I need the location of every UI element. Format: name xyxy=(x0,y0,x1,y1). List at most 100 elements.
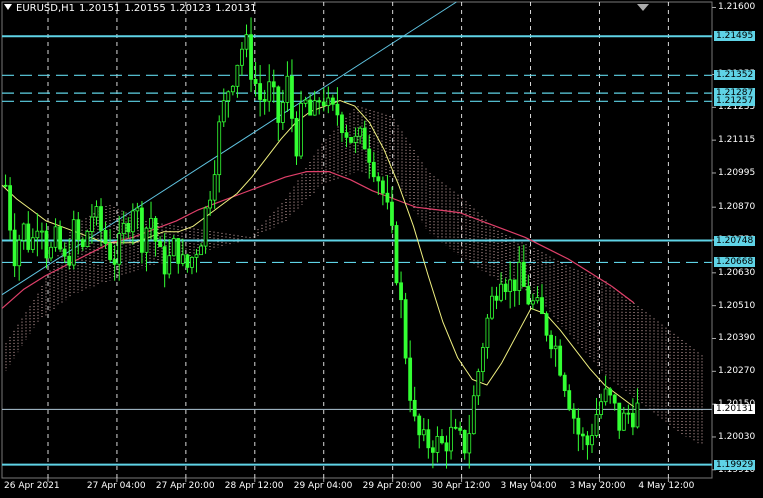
candle-body xyxy=(562,374,567,392)
candle-body xyxy=(80,239,85,247)
candle-body xyxy=(535,297,540,302)
candle-body xyxy=(26,223,31,250)
candle-body xyxy=(40,230,44,233)
candle-body xyxy=(453,426,458,429)
candle-body xyxy=(349,136,353,143)
candle-body xyxy=(521,261,526,287)
candle-body xyxy=(617,402,622,431)
candle-body xyxy=(576,417,581,435)
candle-body xyxy=(121,222,126,235)
candle-body xyxy=(417,415,422,436)
time-axis-label: 28 Apr 12:00 xyxy=(224,481,284,491)
candle-body xyxy=(380,180,385,194)
price-axis-label: 1.20995 xyxy=(718,167,756,178)
candle-body xyxy=(340,114,344,134)
candle-body xyxy=(371,161,376,178)
level-price-label: 1.20668 xyxy=(714,257,756,268)
candle-body xyxy=(590,435,594,446)
candle-body xyxy=(403,299,408,359)
chart-window[interactable]: EURUSD,H1 1.20151 1.20155 1.20123 1.20131 1.… xyxy=(0,0,763,498)
level-price-label: 1.19929 xyxy=(714,459,756,470)
candle-body xyxy=(631,412,635,428)
symbol-label: EURUSD,H1 xyxy=(16,3,76,14)
candle-body xyxy=(199,245,203,256)
candle-body xyxy=(458,427,463,431)
candle-body xyxy=(235,64,240,87)
candle-body xyxy=(208,199,213,209)
candle-body xyxy=(99,206,103,231)
candle-body xyxy=(226,91,231,102)
candle-body xyxy=(603,388,608,403)
time-axis-label: 27 Apr 20:00 xyxy=(155,481,215,491)
candle-body xyxy=(503,283,508,293)
time-axis-label: 26 Apr 2021 xyxy=(4,481,60,491)
candle-body xyxy=(17,239,22,267)
candle-body xyxy=(167,255,172,275)
candle-body xyxy=(585,435,590,446)
candle-body xyxy=(240,48,244,66)
candle-body xyxy=(517,261,522,291)
candle-body xyxy=(426,429,431,449)
chart-header: EURUSD,H1 1.20151 1.20155 1.20123 1.20131 xyxy=(4,3,260,14)
candle-body xyxy=(449,426,453,452)
candle-body xyxy=(135,207,140,212)
candle-body xyxy=(3,184,8,187)
candle-body xyxy=(444,442,449,452)
candle-body xyxy=(244,34,249,50)
candle-body xyxy=(467,433,472,454)
candle-body xyxy=(549,334,553,350)
low-price: 1.20123 xyxy=(169,3,212,14)
candle-body xyxy=(271,81,276,88)
candle-body xyxy=(599,401,603,415)
candle-body xyxy=(126,222,131,233)
candle-body xyxy=(580,433,585,437)
candle-body xyxy=(67,255,72,266)
level-price-label: 1.20748 xyxy=(714,235,756,246)
candle-body xyxy=(253,78,258,84)
candle-body xyxy=(308,99,313,116)
candle-body xyxy=(44,230,49,259)
candle-body xyxy=(62,248,67,257)
time-axis-label: 4 May 12:00 xyxy=(638,481,695,491)
candle-body xyxy=(626,412,631,415)
candle-body xyxy=(608,388,613,396)
candle-body xyxy=(430,447,435,453)
candle-body xyxy=(112,259,117,265)
candle-body xyxy=(185,254,190,268)
candle-body xyxy=(144,227,149,253)
candle-body xyxy=(553,345,558,350)
candle-body xyxy=(408,357,413,401)
candle-body xyxy=(526,286,531,305)
candle-body xyxy=(108,243,113,260)
candle-body xyxy=(612,394,617,404)
candle-body xyxy=(280,101,285,123)
candle-body xyxy=(440,436,444,444)
candle-body xyxy=(8,185,12,231)
candle-body xyxy=(90,216,94,232)
price-axis-label: 1.20390 xyxy=(718,333,756,344)
time-axis-label: 27 Apr 04:00 xyxy=(86,481,146,491)
candle-body xyxy=(317,100,322,103)
time-axis-label: 3 May 04:00 xyxy=(500,481,557,491)
open-price: 1.20151 xyxy=(79,3,121,14)
candle-body xyxy=(544,313,549,336)
candle-body xyxy=(435,436,440,453)
candle-body xyxy=(94,206,99,218)
candle-body xyxy=(321,101,326,106)
chart-shift-marker-icon[interactable] xyxy=(637,4,649,11)
candle-body xyxy=(635,402,640,428)
candle-body xyxy=(490,295,494,319)
candle-body xyxy=(30,237,35,250)
candle-body xyxy=(376,176,381,182)
candle-body xyxy=(203,207,208,247)
candle-body xyxy=(21,223,26,241)
candle-body xyxy=(476,371,481,397)
candle-body xyxy=(421,429,426,436)
candle-body xyxy=(85,230,90,247)
candle-body xyxy=(344,132,349,138)
price-chart[interactable] xyxy=(0,0,763,498)
candle-body xyxy=(58,226,63,250)
chart-menu-icon[interactable] xyxy=(4,4,12,10)
candle-body xyxy=(399,282,403,301)
close-price: 1.20131 xyxy=(215,3,257,14)
